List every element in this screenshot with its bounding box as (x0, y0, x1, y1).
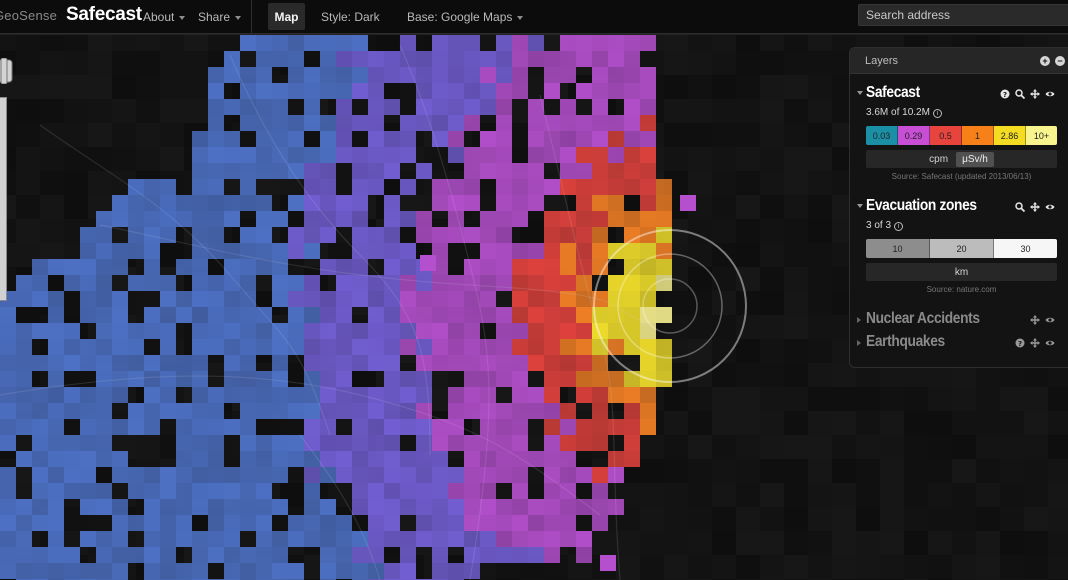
evacuation-unit: km (866, 263, 1057, 281)
move-icon[interactable] (1030, 89, 1040, 99)
brand-prefix: GeoSense (0, 8, 58, 23)
layer-count-evacuation-text: 3 of 3 (866, 220, 892, 231)
safecast-source: Source: Safecast (updated 2013/06/13) (891, 172, 1032, 181)
legend-swatch: 0.29 (898, 126, 930, 145)
legend-swatch: 30 (994, 239, 1057, 258)
style-menu-label: Style: Dark (321, 10, 380, 24)
move-icon[interactable] (1030, 338, 1040, 348)
zoom-icon[interactable] (1015, 89, 1025, 99)
layer-count-safecast: 3.6M of 10.2M i (866, 107, 942, 118)
top-bar: GeoSense Safecast About Share Map Style:… (0, 0, 1068, 34)
visibility-icon[interactable] (1045, 315, 1055, 325)
evacuation-source: Source: nature.com (926, 285, 997, 294)
share-menu[interactable]: Share (198, 0, 242, 34)
help-icon[interactable]: ? (1000, 89, 1010, 99)
remove-icon[interactable]: − (1055, 56, 1065, 66)
layer-title-evacuation-zones[interactable]: Evacuation zones (866, 197, 977, 215)
legend-swatch: 0.5 (930, 126, 962, 145)
chevron-down-icon (179, 15, 186, 20)
visibility-icon[interactable] (1045, 338, 1055, 348)
map-control-icon[interactable] (0, 58, 14, 84)
unit-toggle: cpm μSv/h (866, 150, 1057, 168)
chevron-down-icon (235, 15, 242, 20)
base-menu-label: Base: Google Maps (407, 10, 513, 24)
info-icon[interactable]: i (894, 222, 904, 231)
style-menu[interactable]: Style: Dark (321, 0, 380, 34)
about-menu-label: About (143, 10, 175, 24)
layer-count-evacuation: 3 of 3i (866, 220, 904, 231)
help-icon[interactable]: ? (1015, 338, 1025, 348)
legend-swatch: 2.86 (994, 126, 1026, 145)
layers-panel: Layers + − Safecast ? 3.6M of 10.2M i 0.0… (849, 47, 1068, 368)
unit-usvh-button[interactable]: μSv/h (956, 151, 994, 167)
svg-text:?: ? (1018, 340, 1022, 348)
safecast-color-legend: 0.03 0.29 0.5 1 2.86 10+ (866, 126, 1057, 145)
brand-name: Safecast (66, 4, 142, 25)
legend-swatch: 1 (962, 126, 994, 145)
brand-logo[interactable]: GeoSense Safecast (0, 0, 142, 34)
legend-swatch: 10+ (1026, 126, 1057, 145)
layer-title-safecast[interactable]: Safecast (866, 84, 920, 102)
chevron-down-icon[interactable] (857, 204, 863, 208)
chevron-down-icon[interactable] (857, 91, 863, 95)
layer-title-earthquakes[interactable]: Earthquakes (866, 333, 945, 351)
chevron-right-icon[interactable] (857, 317, 861, 323)
legend-swatch: 10 (866, 239, 930, 258)
layer-title-nuclear-accidents[interactable]: Nuclear Accidents (866, 310, 980, 328)
layers-panel-title: Layers (865, 55, 899, 67)
move-icon[interactable] (1030, 202, 1040, 212)
move-icon[interactable] (1030, 315, 1040, 325)
share-menu-label: Share (198, 10, 231, 24)
search-input[interactable] (858, 4, 1068, 26)
unit-cpm-button[interactable]: cpm (929, 154, 948, 165)
svg-text:?: ? (1003, 91, 1007, 99)
layer-count-safecast-text: 3.6M of 10.2M (866, 107, 930, 118)
legend-swatch: 0.03 (866, 126, 898, 145)
legend-swatch: 20 (930, 239, 994, 258)
layers-panel-header: Layers + − (850, 48, 1068, 74)
info-icon[interactable]: i (932, 109, 942, 118)
chevron-down-icon (517, 15, 524, 20)
chevron-right-icon[interactable] (857, 340, 861, 346)
add-icon[interactable]: + (1040, 56, 1050, 66)
base-menu[interactable]: Base: Google Maps (407, 0, 524, 34)
visibility-icon[interactable] (1045, 89, 1055, 99)
evacuation-distance-legend: 10 20 30 (866, 239, 1057, 258)
visibility-icon[interactable] (1045, 202, 1055, 212)
zoom-icon[interactable] (1015, 202, 1025, 212)
zoom-slider[interactable] (0, 97, 7, 301)
app-window: GeoSense Safecast About Share Map Style:… (0, 0, 1068, 580)
map-button[interactable]: Map (268, 3, 305, 30)
divider (251, 0, 252, 34)
about-menu[interactable]: About (143, 0, 186, 34)
